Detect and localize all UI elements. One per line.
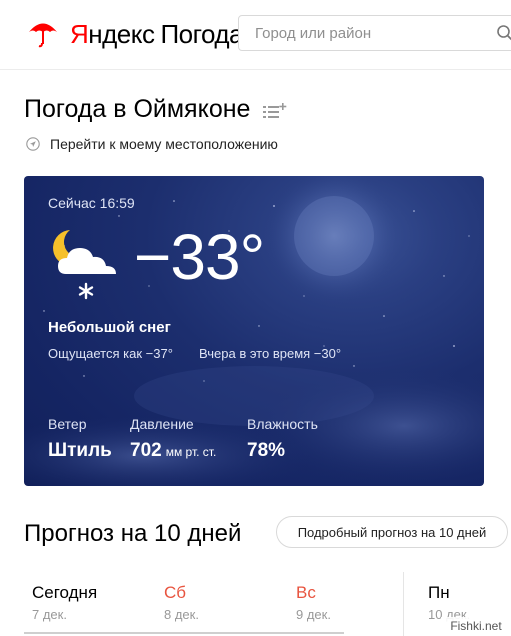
location-arrow-icon — [26, 137, 40, 151]
locate-link[interactable]: Перейти к моему местоположению — [26, 135, 278, 153]
search-input[interactable] — [255, 16, 485, 50]
logo-wordmark[interactable]: Яндекс Погода — [70, 19, 244, 50]
day-date: 7 дек. — [32, 607, 67, 622]
day-date: 8 дек. — [164, 607, 199, 622]
forecast-day-sun[interactable]: Вс 9 дек. — [296, 583, 331, 622]
locate-link-label: Перейти к моему местоположению — [50, 136, 278, 152]
day-name: Пн — [428, 583, 450, 602]
page-title: Погода в Оймяконе — [24, 95, 251, 123]
day-name: Вс — [296, 583, 316, 602]
stat-number: Штиль — [48, 440, 112, 461]
stat-humidity: Влажность 78% — [247, 416, 318, 462]
header: Яндекс Погода — [0, 0, 511, 70]
moon-cloud-snow-icon — [53, 230, 116, 300]
logo-service: Погода — [160, 19, 244, 49]
add-to-favorites-icon[interactable] — [263, 103, 287, 119]
week-divider — [403, 572, 404, 636]
logo-brand: ндекс — [88, 19, 155, 49]
day-name: Сегодня — [32, 583, 98, 602]
yesterday-temperature: Вчера в это время −30° — [199, 346, 342, 361]
forecast-title: Прогноз на 10 дней — [24, 520, 242, 547]
search-icon[interactable] — [496, 24, 511, 42]
forecast-day-today[interactable]: Сегодня 7 дек. — [32, 583, 97, 622]
day-date: 9 дек. — [296, 607, 331, 622]
stat-label: Ветер — [48, 416, 87, 432]
day-name: Сб — [164, 583, 187, 602]
logo-letter: Я — [70, 19, 89, 49]
watermark: Fishki.net — [441, 617, 511, 636]
stat-label: Влажность — [247, 416, 318, 432]
weather-condition: Небольшой снег — [48, 319, 171, 336]
forecast-scrollbar[interactable] — [24, 632, 344, 634]
current-temperature: −33° — [134, 221, 265, 293]
stat-pressure: Давление 702 мм рт. ст. — [130, 416, 216, 462]
stat-value: 702 мм рт. ст. — [130, 440, 216, 462]
stat-value: Штиль — [48, 440, 112, 462]
forecast-day-sat[interactable]: Сб 8 дек. — [164, 583, 199, 622]
stat-label: Давление — [130, 416, 194, 432]
stat-number: 78% — [247, 440, 286, 461]
stat-unit: мм рт. ст. — [165, 445, 217, 459]
stat-wind: Ветер Штиль — [48, 416, 112, 462]
stat-value: 78% — [247, 440, 318, 462]
stat-number: 702 — [130, 440, 162, 461]
feels-like: Ощущается как −37° — [48, 346, 173, 361]
current-weather-card[interactable]: Сейчас 16:59 −33° Небольшой снег Ощущает… — [24, 176, 484, 486]
current-time: Сейчас 16:59 — [48, 195, 135, 211]
umbrella-logo-icon[interactable] — [27, 17, 59, 49]
detailed-forecast-button[interactable]: Подробный прогноз на 10 дней — [276, 516, 508, 548]
search-box[interactable] — [238, 15, 511, 51]
